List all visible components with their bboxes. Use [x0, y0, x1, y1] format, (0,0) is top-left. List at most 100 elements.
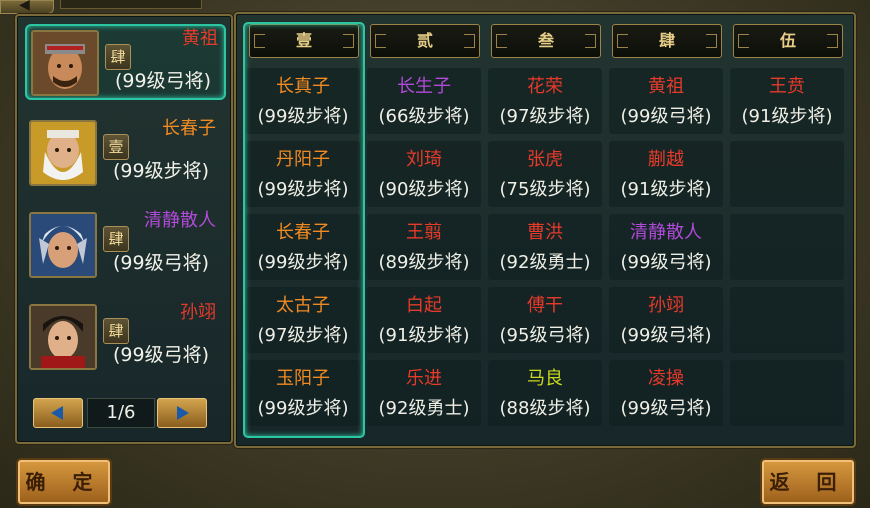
- formation-slot[interactable]: 丹阳子 (99级步将): [246, 141, 360, 207]
- elder-portrait: [29, 120, 97, 186]
- empty-formation-slot[interactable]: [730, 214, 844, 280]
- formation-slot[interactable]: 黄祖 (99级弓将): [609, 68, 723, 134]
- formation-slot[interactable]: 马良 (88级步将): [488, 360, 602, 426]
- slot-hero-level: (99级步将): [257, 106, 349, 127]
- formation-slot[interactable]: 孙翊 (99级弓将): [609, 287, 723, 353]
- slot-hero-name: 玉阳子: [276, 368, 330, 389]
- top-decoration: [60, 0, 202, 9]
- back-button[interactable]: 返 回: [760, 458, 856, 506]
- next-page-button[interactable]: [157, 398, 207, 428]
- page-indicator: 1/6: [87, 398, 155, 428]
- slot-hero-name: 太古子: [276, 295, 330, 316]
- portrait-image: [31, 306, 95, 368]
- formation-slot[interactable]: 长真子 (99级步将): [246, 68, 360, 134]
- blue-helmet-portrait: [29, 212, 97, 278]
- slot-hero-level: (99级步将): [257, 252, 349, 273]
- column-header: 叁: [491, 24, 601, 58]
- portrait-image: [31, 214, 95, 276]
- formation-slot[interactable]: 张虎 (75级步将): [488, 141, 602, 207]
- formation-slot[interactable]: 清静散人 (99级弓将): [609, 214, 723, 280]
- slot-hero-name: 曹洪: [527, 222, 563, 243]
- slot-hero-name: 马良: [527, 368, 563, 389]
- confirm-button[interactable]: 确 定: [16, 458, 112, 506]
- slot-hero-level: (99级步将): [257, 398, 349, 419]
- hero-name: 黄祖: [182, 28, 218, 49]
- hero-level: (99级弓将): [115, 70, 212, 92]
- slot-hero-name: 蒯越: [648, 149, 684, 170]
- slot-hero-name: 张虎: [527, 149, 563, 170]
- hero-list-item[interactable]: 肆 孙翊 (99级弓将): [25, 300, 222, 372]
- slot-hero-level: (88级步将): [499, 398, 591, 419]
- formation-slot[interactable]: 刘琦 (90级步将): [367, 141, 481, 207]
- slot-hero-level: (91级步将): [378, 325, 470, 346]
- formation-slot[interactable]: 凌操 (99级弓将): [609, 360, 723, 426]
- slot-hero-name: 白起: [406, 295, 442, 316]
- slot-hero-name: 乐进: [406, 368, 442, 389]
- triangle-right-icon: [177, 406, 189, 420]
- column-header: 伍: [733, 24, 843, 58]
- slot-hero-name: 王贲: [769, 76, 805, 97]
- empty-formation-slot[interactable]: [730, 360, 844, 426]
- portrait-image: [33, 32, 97, 94]
- hero-name: 清静散人: [144, 210, 216, 231]
- slot-hero-name: 黄祖: [648, 76, 684, 97]
- formation-slot[interactable]: 长生子 (66级步将): [367, 68, 481, 134]
- slot-hero-name: 刘琦: [406, 149, 442, 170]
- formation-slot[interactable]: 王贲 (91级步将): [730, 68, 844, 134]
- hero-list-item[interactable]: 壹 长春子 (99级步将): [25, 116, 222, 188]
- formation-slot[interactable]: 花荣 (97级步将): [488, 68, 602, 134]
- slot-hero-name: 花荣: [527, 76, 563, 97]
- slot-hero-level: (99级弓将): [620, 325, 712, 346]
- left-arrow-icon: ◀: [19, 0, 30, 13]
- slot-hero-level: (97级步将): [257, 325, 349, 346]
- hero-level: (99级弓将): [113, 344, 210, 366]
- column-header: 肆: [612, 24, 722, 58]
- slot-hero-level: (66级步将): [378, 106, 470, 127]
- formation-slot[interactable]: 玉阳子 (99级步将): [246, 360, 360, 426]
- slot-hero-name: 傅干: [527, 295, 563, 316]
- slot-hero-level: (97级步将): [499, 106, 591, 127]
- formation-slot[interactable]: 王翦 (89级步将): [367, 214, 481, 280]
- hero-level: (99级弓将): [113, 252, 210, 274]
- young-general-portrait: [29, 304, 97, 370]
- empty-formation-slot[interactable]: [730, 287, 844, 353]
- formation-slot[interactable]: 乐进 (92级勇士): [367, 360, 481, 426]
- hero-level: (99级步将): [113, 160, 210, 182]
- hero-list-panel: 肆 黄祖 (99级弓将) 壹 长春子 (99级步将) 肆 清静散人 (99级弓将…: [15, 14, 233, 444]
- slot-hero-name: 长春子: [276, 222, 330, 243]
- prev-page-button[interactable]: [33, 398, 83, 428]
- formation-slot[interactable]: 曹洪 (92级勇士): [488, 214, 602, 280]
- formation-slot[interactable]: 蒯越 (91级步将): [609, 141, 723, 207]
- column-header: 贰: [370, 24, 480, 58]
- formation-grid-panel: 壹长真子 (99级步将) 丹阳子 (99级步将) 长春子 (99级步将) 太古子 (97级步将…: [234, 12, 856, 448]
- slot-hero-name: 清静散人: [630, 222, 702, 243]
- hero-name: 孙翊: [180, 302, 216, 323]
- top-back-arrow-button[interactable]: ◀: [0, 0, 54, 14]
- formation-slot[interactable]: 白起 (91级步将): [367, 287, 481, 353]
- slot-hero-name: 长真子: [276, 76, 330, 97]
- slot-hero-level: (92级勇士): [499, 252, 591, 273]
- slot-hero-name: 长生子: [397, 76, 451, 97]
- hero-name: 长春子: [162, 118, 216, 139]
- formation-slot[interactable]: 太古子 (97级步将): [246, 287, 360, 353]
- slot-hero-level: (99级弓将): [620, 398, 712, 419]
- slot-hero-level: (90级步将): [378, 179, 470, 200]
- slot-hero-level: (89级步将): [378, 252, 470, 273]
- slot-hero-level: (95级弓将): [499, 325, 591, 346]
- slot-hero-level: (91级步将): [620, 179, 712, 200]
- slot-hero-level: (99级步将): [257, 179, 349, 200]
- formation-slot[interactable]: 长春子 (99级步将): [246, 214, 360, 280]
- slot-hero-name: 孙翊: [648, 295, 684, 316]
- warrior-portrait: [31, 30, 99, 96]
- slot-hero-level: (75级步将): [499, 179, 591, 200]
- slot-hero-name: 丹阳子: [276, 149, 330, 170]
- slot-hero-level: (99级弓将): [620, 106, 712, 127]
- slot-hero-level: (92级勇士): [378, 398, 470, 419]
- empty-formation-slot[interactable]: [730, 141, 844, 207]
- slot-hero-level: (99级弓将): [620, 252, 712, 273]
- triangle-left-icon: [51, 406, 63, 420]
- slot-hero-name: 王翦: [406, 222, 442, 243]
- hero-list-item[interactable]: 肆 黄祖 (99级弓将): [25, 24, 226, 100]
- formation-slot[interactable]: 傅干 (95级弓将): [488, 287, 602, 353]
- hero-list-item[interactable]: 肆 清静散人 (99级弓将): [25, 208, 222, 280]
